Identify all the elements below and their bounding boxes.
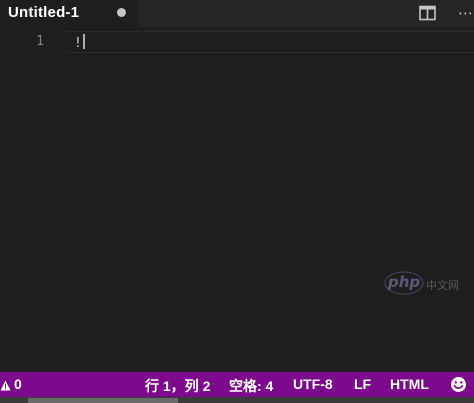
- indentation-setting[interactable]: 空格: 4: [229, 376, 273, 396]
- cursor-position[interactable]: 行 1，列 2: [145, 376, 210, 396]
- status-bar: 0 行 1，列 2 空格: 4 UTF-8 LF HTML: [0, 372, 474, 397]
- dirty-dot-icon[interactable]: [117, 8, 126, 17]
- watermark-logo-text: php: [388, 273, 421, 291]
- horizontal-scrollbar[interactable]: [28, 398, 178, 403]
- code-line-text: !: [74, 36, 82, 51]
- more-actions-icon[interactable]: ⋯: [458, 2, 473, 24]
- code-line[interactable]: !: [74, 34, 85, 51]
- editor-window: Untitled-1 ⋯ 1 ! php 中文网 0 行 1，列 2 空格: 4…: [0, 0, 474, 403]
- watermark: php 中文网: [384, 271, 474, 301]
- tab-bar: Untitled-1 ⋯: [0, 0, 474, 27]
- end-of-line-setting[interactable]: LF: [354, 376, 371, 392]
- smiley-feedback-icon[interactable]: [450, 376, 467, 393]
- encoding-setting[interactable]: UTF-8: [293, 376, 333, 392]
- current-line-highlight: [66, 31, 474, 53]
- tab-untitled-1[interactable]: Untitled-1: [0, 0, 138, 27]
- line-number: 1: [36, 34, 44, 49]
- split-editor-icon[interactable]: [419, 5, 436, 21]
- problems-count[interactable]: 0: [14, 376, 22, 392]
- watermark-cn-text: 中文网: [426, 280, 459, 292]
- tab-title: Untitled-1: [8, 4, 80, 21]
- warning-icon[interactable]: [0, 378, 11, 391]
- editor-area[interactable]: 1 ! php 中文网: [0, 27, 474, 372]
- text-cursor: [82, 34, 85, 49]
- language-mode[interactable]: HTML: [390, 376, 429, 392]
